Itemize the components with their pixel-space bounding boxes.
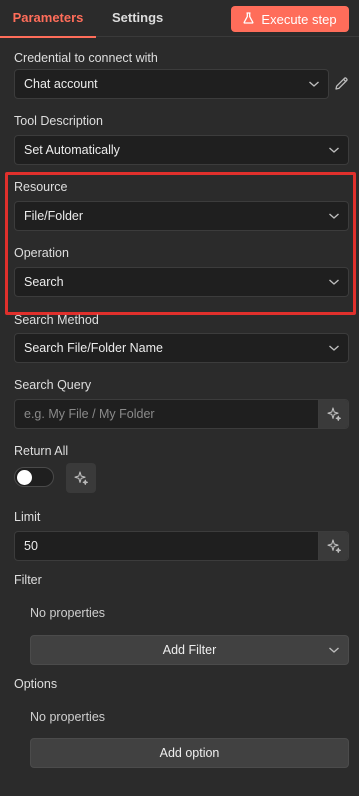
resource-value: File/Folder: [24, 209, 84, 223]
pencil-icon[interactable]: [334, 76, 349, 91]
search-method-label: Search Method: [14, 313, 99, 327]
ai-expression-button[interactable]: [66, 463, 96, 493]
add-option-label: Add option: [159, 746, 220, 760]
return-all-label: Return All: [14, 444, 69, 458]
credential-select[interactable]: Chat account: [14, 69, 329, 99]
options-label: Options: [14, 677, 58, 691]
sparkles-icon: [74, 471, 88, 485]
search-method-value: Search File/Folder Name: [24, 341, 163, 355]
tab-settings[interactable]: Settings: [112, 0, 163, 37]
chevron-down-icon: [329, 279, 339, 285]
sparkles-icon: [326, 407, 341, 421]
chevron-down-icon: [329, 647, 339, 653]
credential-value: Chat account: [24, 77, 98, 91]
execute-step-button[interactable]: Execute step: [231, 6, 349, 32]
tool-description-value: Set Automatically: [24, 143, 120, 157]
search-method-select[interactable]: Search File/Folder Name: [14, 333, 349, 363]
limit-field: [14, 531, 349, 561]
resource-select[interactable]: File/Folder: [14, 201, 349, 231]
chevron-down-icon: [329, 147, 339, 153]
toggle-knob: [17, 470, 32, 485]
search-query-label: Search Query: [14, 378, 92, 392]
resource-label: Resource: [14, 180, 68, 194]
credential-label: Credential to connect with: [14, 51, 158, 65]
flask-icon: [243, 11, 254, 27]
chevron-down-icon: [309, 81, 319, 87]
tool-description-label: Tool Description: [14, 114, 103, 128]
chevron-down-icon: [329, 213, 339, 219]
filter-empty-text: No properties: [30, 606, 106, 620]
add-filter-button[interactable]: Add Filter: [30, 635, 349, 665]
operation-value: Search: [24, 275, 64, 289]
limit-input[interactable]: [15, 532, 317, 560]
tab-parameters[interactable]: Parameters: [0, 0, 96, 38]
sparkles-icon: [326, 539, 341, 553]
search-query-field: [14, 399, 349, 429]
operation-label: Operation: [14, 246, 69, 260]
execute-step-label: Execute step: [261, 11, 337, 27]
add-filter-label: Add Filter: [162, 643, 217, 657]
ai-expression-button[interactable]: [318, 400, 348, 428]
operation-select[interactable]: Search: [14, 267, 349, 297]
limit-label: Limit: [14, 510, 41, 524]
return-all-toggle[interactable]: [14, 467, 54, 487]
search-query-input[interactable]: [15, 400, 317, 428]
add-option-button[interactable]: Add option: [30, 738, 349, 768]
options-empty-text: No properties: [30, 710, 106, 724]
chevron-down-icon: [329, 345, 339, 351]
ai-expression-button[interactable]: [318, 532, 348, 560]
filter-label: Filter: [14, 573, 42, 587]
tool-description-select[interactable]: Set Automatically: [14, 135, 349, 165]
